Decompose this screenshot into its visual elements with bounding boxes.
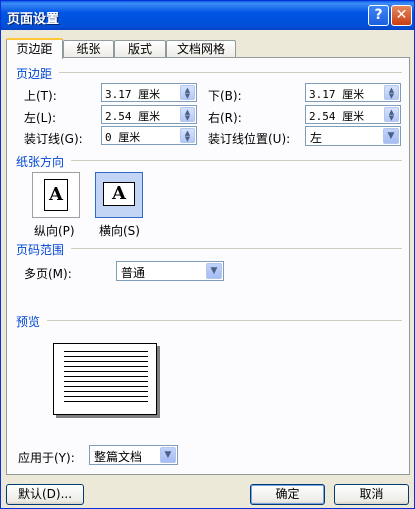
multiple-pages-label: 多页(M):	[24, 267, 72, 281]
top-margin-value: 3.17 厘米	[105, 88, 161, 101]
preview-line	[64, 391, 148, 392]
portrait-page-icon: A	[44, 179, 68, 211]
margins-section-title: 页边距	[16, 67, 53, 81]
up-down-arrows-icon[interactable]: ▲ ▼	[180, 107, 195, 122]
chevron-down-icon[interactable]: ▼	[206, 263, 222, 279]
preview-line	[64, 376, 148, 377]
bottom-margin-spinner[interactable]: 3.17 厘米 ▲ ▼	[305, 83, 401, 102]
left-margin-label: 左(L):	[24, 111, 57, 125]
orientation-section-title: 纸张方向	[16, 155, 65, 169]
title-bar[interactable]: 页面设置 ? ✕	[1, 1, 414, 30]
preview-line	[64, 351, 148, 352]
pages-section-title: 页码范围	[16, 243, 65, 257]
preview-line	[64, 371, 148, 372]
preview-line	[64, 366, 148, 367]
right-margin-value: 2.54 厘米	[309, 110, 365, 123]
up-down-arrows-icon[interactable]: ▲ ▼	[384, 107, 399, 122]
page-setup-dialog: 页面设置 ? ✕ 页边距 纸张 版式 文档网格 页边距 上(T): 3.17 厘…	[0, 0, 415, 509]
right-margin-label: 右(R):	[208, 111, 242, 125]
multiple-pages-select[interactable]: 普通 ▼	[116, 261, 224, 281]
preview-line	[64, 386, 148, 387]
cancel-button[interactable]: 取消	[334, 484, 409, 505]
gutter-position-select[interactable]: 左 ▼	[305, 126, 401, 146]
landscape-page-icon: A	[103, 182, 135, 206]
gutter-position-value: 左	[310, 131, 323, 145]
left-margin-value: 2.54 厘米	[105, 110, 161, 123]
apply-to-label: 应用于(Y):	[18, 451, 75, 465]
portrait-label: 纵向(P)	[34, 224, 75, 238]
bottom-margin-value: 3.17 厘米	[309, 88, 365, 101]
tab-layout[interactable]: 版式	[114, 40, 166, 58]
landscape-option[interactable]: A	[95, 172, 143, 218]
tab-document-grid[interactable]: 文档网格	[166, 40, 236, 58]
help-button[interactable]: ?	[368, 5, 389, 26]
gutter-spinner[interactable]: 0 厘米 ▲ ▼	[101, 126, 197, 145]
gutter-value: 0 厘米	[105, 131, 141, 144]
right-margin-spinner[interactable]: 2.54 厘米 ▲ ▼	[305, 105, 401, 124]
divider	[47, 320, 402, 321]
divider	[71, 248, 402, 249]
preview-line	[64, 396, 148, 397]
gutter-position-label: 装订线位置(U):	[208, 132, 291, 146]
apply-to-value: 整篇文档	[94, 450, 143, 464]
portrait-option[interactable]: A	[32, 172, 80, 218]
landscape-label: 横向(S)	[99, 224, 140, 238]
tab-panel: 页边距 上(T): 3.17 厘米 ▲ ▼ 下(B): 3.17 厘米 ▲ ▼ 左(…	[6, 57, 410, 475]
left-margin-spinner[interactable]: 2.54 厘米 ▲ ▼	[101, 105, 197, 124]
tab-paper[interactable]: 纸张	[63, 40, 114, 58]
top-margin-spinner[interactable]: 3.17 厘米 ▲ ▼	[101, 83, 197, 102]
tab-margins[interactable]: 页边距	[6, 38, 63, 59]
dialog-title: 页面设置	[7, 12, 60, 27]
up-down-arrows-icon[interactable]: ▲ ▼	[180, 128, 195, 143]
multiple-pages-value: 普通	[121, 266, 146, 280]
gutter-label: 装订线(G):	[24, 132, 83, 146]
default-button[interactable]: 默认(D)...	[6, 484, 84, 505]
divider	[71, 160, 402, 161]
preview-line	[64, 356, 148, 357]
apply-to-select[interactable]: 整篇文档 ▼	[89, 445, 178, 465]
divider	[59, 72, 402, 73]
preview-page	[53, 343, 157, 415]
up-down-arrows-icon[interactable]: ▲ ▼	[180, 85, 195, 100]
preview-line	[64, 361, 148, 362]
top-margin-label: 上(T):	[24, 89, 57, 103]
preview-section-title: 预览	[16, 315, 41, 329]
preview-line	[64, 381, 148, 382]
close-button[interactable]: ✕	[391, 5, 412, 26]
ok-button[interactable]: 确定	[250, 484, 325, 505]
chevron-down-icon[interactable]: ▼	[383, 128, 399, 144]
preview-line	[64, 401, 148, 402]
chevron-down-icon[interactable]: ▼	[160, 447, 176, 463]
bottom-margin-label: 下(B):	[208, 89, 242, 103]
up-down-arrows-icon[interactable]: ▲ ▼	[384, 85, 399, 100]
